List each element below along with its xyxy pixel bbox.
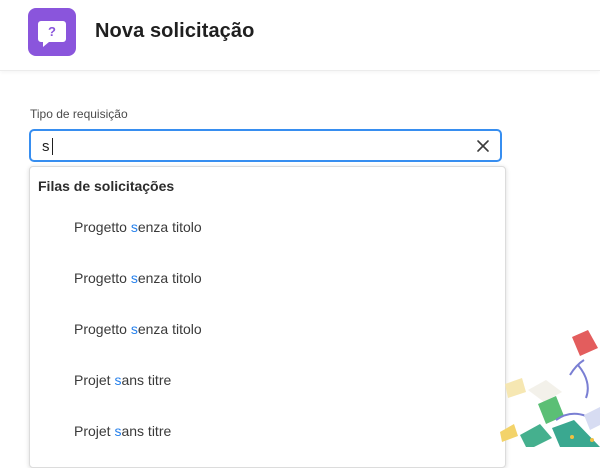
dropdown-option[interactable]: Progetto senza titolo	[30, 305, 505, 355]
option-label: Progetto senza titolo	[74, 270, 202, 286]
dropdown-group-header: Filas de solicitações	[38, 178, 175, 194]
page-title: Nova solicitação	[95, 20, 255, 42]
request-type-label: Tipo de requisição	[30, 107, 128, 121]
question-mark-glyph: ?	[48, 24, 56, 39]
request-type-dropdown: Filas de solicitações Progetto senza tit…	[29, 166, 506, 468]
option-label: Progetto senza titolo	[74, 219, 202, 235]
dropdown-option[interactable]: Progetto senza titolo	[30, 203, 505, 253]
request-type-input-value[interactable]: s	[42, 138, 50, 155]
dropdown-option[interactable]: Progetto senza titolo	[30, 254, 505, 304]
dropdown-option[interactable]: Projet sans titre	[30, 356, 505, 406]
request-type-combobox[interactable]: s	[29, 129, 502, 162]
dropdown-option[interactable]: Projet sans titre	[30, 407, 505, 457]
decorative-illustration	[500, 330, 600, 447]
option-label: Progetto senza titolo	[74, 321, 202, 337]
clear-button[interactable]	[472, 135, 494, 157]
option-label: Projet sans titre	[74, 423, 172, 439]
close-icon	[477, 140, 489, 152]
request-chat-icon: ?	[28, 8, 76, 56]
header: ? Nova solicitação	[0, 0, 600, 71]
text-caret	[52, 138, 53, 155]
option-label: Projet sans titre	[74, 372, 172, 388]
